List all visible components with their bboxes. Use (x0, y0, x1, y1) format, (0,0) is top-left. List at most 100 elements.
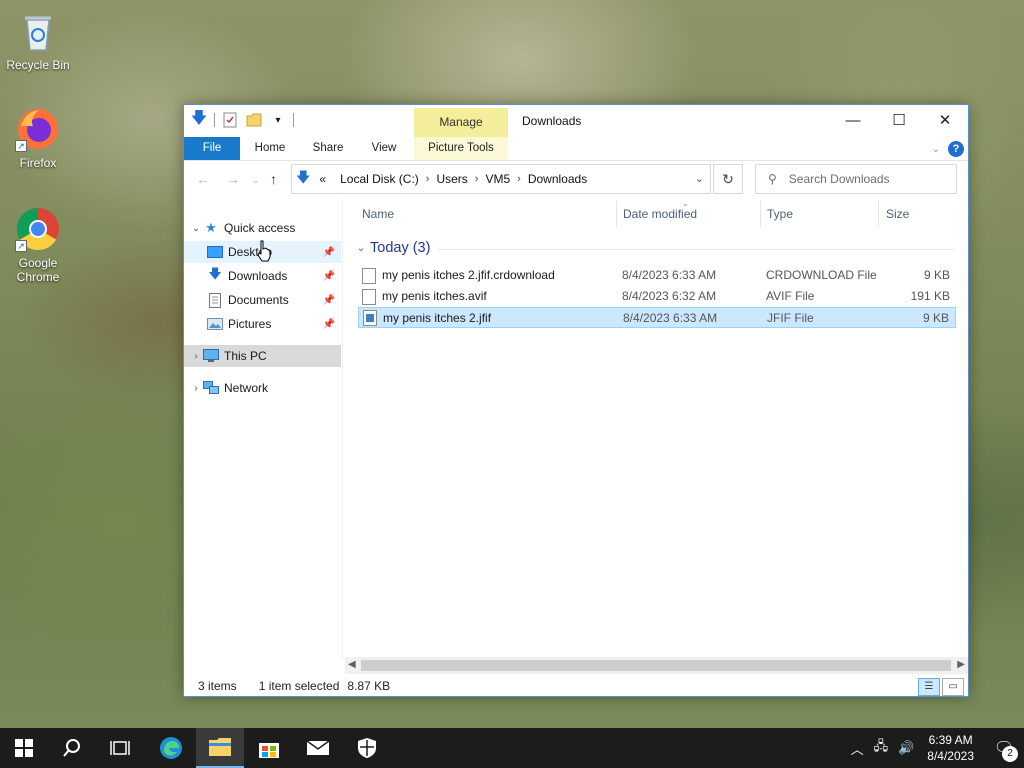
mail-taskbar-button[interactable] (294, 728, 342, 768)
clock[interactable]: 6:39 AM 8/4/2023 (927, 732, 974, 764)
status-item-count: 3 items (198, 679, 237, 693)
scroll-right-icon[interactable]: ▶ (957, 659, 965, 670)
manage-tab[interactable]: Manage (414, 108, 508, 137)
maximize-button[interactable]: ☐ (876, 105, 922, 135)
ribbon-tabs: File Home Share View Picture Tools ⌄ ? (184, 137, 968, 161)
nav-this-pc[interactable]: › This PC (184, 345, 341, 367)
pin-icon[interactable]: 📌 (323, 271, 335, 282)
title-bar[interactable]: 🡇 ▾ Manage Downloads — ☐ ✕ (184, 105, 968, 137)
file-row-selected[interactable]: my penis itches 2.jfif 8/4/2023 6:33 AM … (358, 307, 956, 328)
nav-documents[interactable]: Documents 📌 (184, 289, 341, 311)
downloads-location-icon: 🡇 (296, 169, 311, 185)
store-taskbar-button[interactable] (245, 728, 293, 768)
search-taskbar-button[interactable] (48, 728, 96, 768)
pin-icon[interactable]: 📌 (323, 247, 335, 258)
recycle-bin-icon (15, 8, 61, 54)
window-controls: — ☐ ✕ (830, 105, 968, 135)
search-box[interactable]: ⚲ (755, 164, 957, 194)
column-header-type[interactable]: Type (759, 199, 877, 229)
file-row[interactable]: my penis itches 2.jfif.crdownload 8/4/20… (358, 265, 956, 286)
tab-picture-tools[interactable]: Picture Tools (414, 137, 508, 160)
task-view-button[interactable] (96, 728, 144, 768)
scroll-left-icon[interactable]: ◀ (348, 659, 356, 670)
help-icon[interactable]: ? (948, 141, 964, 157)
desktop-icon-recycle-bin[interactable]: Recycle Bin (0, 8, 76, 72)
file-date: 8/4/2023 6:32 AM (622, 289, 717, 303)
address-bar[interactable]: 🡇 « Local Disk (C:) › Users › VM5 › Down… (291, 164, 711, 194)
column-header-size[interactable]: Size (878, 199, 954, 229)
tab-view[interactable]: View (360, 137, 408, 160)
file-explorer-taskbar-button[interactable] (196, 728, 244, 768)
nav-downloads[interactable]: 🡇 Downloads 📌 (184, 265, 341, 287)
horizontal-scrollbar[interactable]: ◀ ▶ (345, 657, 968, 674)
file-date: 8/4/2023 6:33 AM (622, 268, 717, 282)
folder-icon (209, 738, 231, 756)
file-name: my penis itches.avif (382, 289, 487, 303)
nav-quick-access[interactable]: ⌄ ★ Quick access (184, 217, 341, 239)
column-header-name[interactable]: Name (354, 199, 616, 229)
firefox-icon: ↗ (15, 106, 61, 152)
file-size: 191 KB (910, 289, 950, 303)
new-folder-icon[interactable] (245, 111, 263, 129)
breadcrumb-downloads[interactable]: Downloads (521, 172, 594, 186)
tab-home[interactable]: Home (246, 137, 294, 160)
window-title: Downloads (522, 114, 582, 128)
quick-access-toolbar: 🡇 ▾ (190, 110, 294, 129)
network-status-icon[interactable]: 🖧 (874, 737, 889, 759)
recent-locations-chevron-icon[interactable]: ⌄ (252, 175, 260, 186)
breadcrumb-vm5[interactable]: VM5 (478, 172, 517, 186)
breadcrumb-users[interactable]: Users (429, 172, 474, 186)
pin-icon[interactable]: 📌 (323, 295, 335, 306)
expand-ribbon-chevron-icon[interactable]: ⌄ (932, 144, 940, 155)
notification-center-button[interactable]: 🗨 2 (984, 728, 1024, 768)
expand-chevron-icon[interactable]: › (190, 383, 202, 394)
desktop-icon-firefox[interactable]: ↗ Firefox (0, 106, 76, 170)
tab-file[interactable]: File (184, 137, 240, 160)
nav-pictures[interactable]: Pictures 📌 (184, 313, 341, 335)
search-input[interactable] (788, 172, 939, 186)
pin-icon[interactable]: 📌 (323, 319, 335, 330)
forward-arrow-icon[interactable]: → (226, 171, 240, 187)
documents-folder-icon (206, 292, 224, 308)
desktop-icon-chrome[interactable]: ↗ Google Chrome (0, 206, 76, 284)
tab-share[interactable]: Share (304, 137, 352, 160)
task-view-icon (110, 741, 130, 755)
pictures-folder-icon (206, 316, 224, 332)
address-dropdown-icon[interactable]: ⌄ (695, 172, 704, 185)
back-arrow-icon[interactable]: ← (196, 171, 210, 187)
scrollbar-thumb[interactable] (361, 660, 951, 671)
pane-divider[interactable] (342, 199, 343, 659)
customize-toolbar-dropdown-icon[interactable]: ▾ (269, 111, 287, 129)
desktop-icon-label: Firefox (19, 156, 57, 170)
properties-icon[interactable] (221, 111, 239, 129)
breadcrumb-local-disk[interactable]: Local Disk (C:) (333, 172, 426, 186)
status-size: 8.87 KB (347, 679, 391, 693)
search-icon: ⚲ (768, 172, 777, 186)
status-selected: 1 item selected (258, 679, 340, 693)
column-header-date-modified[interactable]: Date modified (615, 199, 759, 229)
downloads-folder-icon: 🡇 (208, 266, 222, 281)
group-header-today[interactable]: ⌄ Today (3) (354, 237, 954, 259)
collapse-chevron-icon[interactable]: ⌄ (190, 223, 202, 234)
expand-chevron-icon[interactable]: › (190, 351, 202, 362)
volume-icon[interactable]: 🔊 (898, 740, 914, 756)
navigation-pane: ⌄ ★ Quick access Desktop 📌 🡇 Downloads 📌… (184, 217, 341, 657)
nav-network[interactable]: › Network (184, 377, 341, 399)
details-view-icon[interactable]: ☰ (918, 678, 940, 696)
shortcut-arrow-icon: ↗ (15, 240, 27, 252)
file-name: my penis itches 2.jfif.crdownload (382, 268, 555, 282)
file-type: JFIF File (767, 311, 814, 325)
breadcrumb-overflow[interactable]: « (312, 172, 333, 186)
up-arrow-icon[interactable]: ↑ (270, 171, 277, 187)
minimize-button[interactable]: — (830, 105, 876, 135)
file-row[interactable]: my penis itches.avif 8/4/2023 6:32 AM AV… (358, 286, 956, 307)
edge-taskbar-button[interactable] (147, 728, 195, 768)
close-button[interactable]: ✕ (922, 105, 968, 135)
refresh-button[interactable]: ↻ (713, 164, 743, 194)
show-hidden-icons-chevron-icon[interactable]: ︿ (851, 739, 864, 758)
nav-label: Documents (228, 293, 289, 307)
large-icons-view-icon[interactable]: ▭ (942, 678, 964, 696)
group-collapse-chevron-icon[interactable]: ⌄ (354, 243, 368, 254)
security-taskbar-button[interactable] (343, 728, 391, 768)
start-button[interactable] (0, 728, 48, 768)
